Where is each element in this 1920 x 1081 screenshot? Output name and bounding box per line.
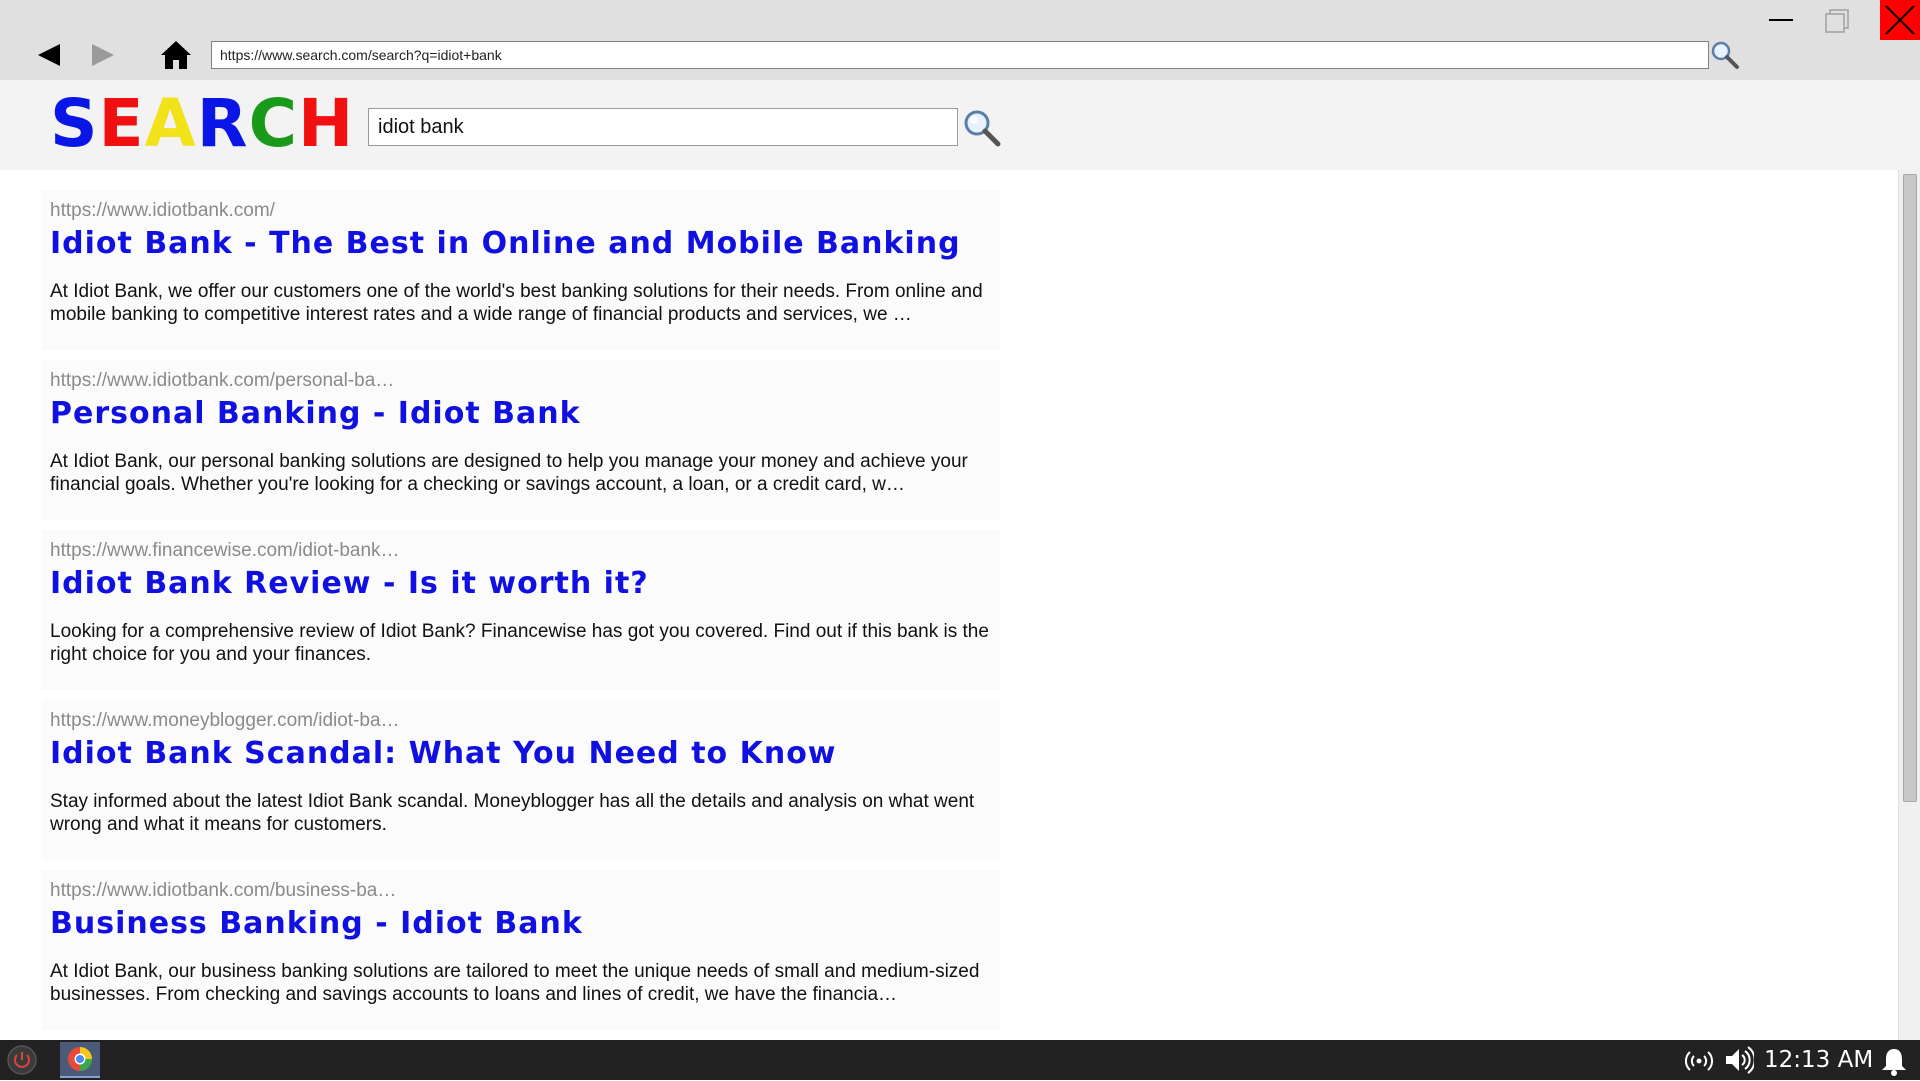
logo-letter: H bbox=[298, 85, 355, 162]
search-result: https://www.idiotbank.com/business-ba… B… bbox=[42, 870, 1000, 1030]
result-snippet: Looking for a comprehensive review of Id… bbox=[50, 621, 989, 665]
url-bar[interactable] bbox=[211, 41, 1709, 69]
result-title-link[interactable]: Idiot Bank Review - Is it worth it? bbox=[50, 566, 649, 601]
home-icon bbox=[161, 41, 191, 69]
scrollbar-thumb[interactable] bbox=[1903, 174, 1917, 802]
close-button[interactable] bbox=[1880, 0, 1920, 40]
volume-icon bbox=[1726, 1046, 1756, 1074]
back-arrow-icon bbox=[38, 44, 60, 66]
browser-app-icon bbox=[68, 1047, 92, 1071]
result-snippet: At Idiot Bank, our personal banking solu… bbox=[50, 451, 968, 495]
logo-letter: S bbox=[50, 85, 99, 162]
search-button[interactable] bbox=[962, 108, 1002, 148]
result-url: https://www.idiotbank.com/personal-ba… bbox=[50, 370, 395, 391]
forward-arrow-icon bbox=[92, 44, 114, 66]
search-logo[interactable]: SEARCH bbox=[50, 84, 354, 164]
search-result: https://www.idiotbank.com/personal-ba… P… bbox=[42, 360, 1000, 520]
bell-icon bbox=[1882, 1049, 1906, 1076]
network-tray-button[interactable] bbox=[1683, 1048, 1715, 1074]
forward-button[interactable] bbox=[86, 40, 118, 70]
result-title-link[interactable]: Business Banking - Idiot Bank bbox=[50, 906, 583, 941]
logo-letter: A bbox=[144, 85, 197, 162]
logo-letter: R bbox=[196, 85, 249, 162]
result-url: https://www.idiotbank.com/ bbox=[50, 200, 275, 221]
magnifier-icon bbox=[964, 110, 1001, 147]
result-url: https://www.idiotbank.com/business-ba… bbox=[50, 880, 397, 901]
result-title-link[interactable]: Idiot Bank - The Best in Online and Mobi… bbox=[50, 226, 961, 261]
maximize-icon bbox=[1825, 9, 1849, 33]
result-title-link[interactable]: Idiot Bank Scandal: What You Need to Kno… bbox=[50, 736, 837, 771]
result-url: https://www.moneyblogger.com/idiot-ba… bbox=[50, 710, 400, 731]
network-icon bbox=[1684, 1051, 1714, 1071]
maximize-button[interactable] bbox=[1822, 6, 1852, 36]
url-search-button[interactable] bbox=[1710, 40, 1740, 70]
result-snippet: At Idiot Bank, our business banking solu… bbox=[50, 961, 980, 1005]
taskbar: 12:13 AM bbox=[0, 1040, 1920, 1080]
logo-letter: E bbox=[98, 85, 145, 162]
notifications-button[interactable] bbox=[1880, 1046, 1908, 1076]
volume-tray-button[interactable] bbox=[1724, 1046, 1756, 1074]
result-url: https://www.financewise.com/idiot-bank… bbox=[50, 540, 400, 561]
taskbar-browser-button[interactable] bbox=[60, 1042, 100, 1078]
search-result: https://www.idiotbank.com/ Idiot Bank - … bbox=[42, 190, 1000, 350]
result-title-link[interactable]: Personal Banking - Idiot Bank bbox=[50, 396, 581, 431]
power-icon bbox=[7, 1045, 37, 1075]
magnifier-icon bbox=[1711, 41, 1739, 69]
minimize-button[interactable] bbox=[1766, 6, 1796, 36]
browser-toolbar bbox=[0, 0, 1920, 80]
back-button[interactable] bbox=[34, 40, 66, 70]
search-result: https://www.moneyblogger.com/idiot-ba… I… bbox=[42, 700, 1000, 860]
logo-letter: C bbox=[248, 85, 298, 162]
power-button[interactable] bbox=[6, 1044, 38, 1076]
page-scrollbar[interactable] bbox=[1898, 170, 1920, 1040]
minimize-icon bbox=[1769, 19, 1793, 21]
home-button[interactable] bbox=[158, 38, 194, 72]
taskbar-clock[interactable]: 12:13 AM bbox=[1764, 1047, 1873, 1073]
result-snippet: Stay informed about the latest Idiot Ban… bbox=[50, 791, 975, 835]
search-result: https://www.financewise.com/idiot-bank… … bbox=[42, 530, 1000, 690]
close-icon bbox=[1885, 5, 1915, 35]
search-results: https://www.idiotbank.com/ Idiot Bank - … bbox=[0, 170, 1898, 1040]
search-input[interactable] bbox=[368, 108, 958, 146]
result-snippet: At Idiot Bank, we offer our customers on… bbox=[50, 281, 983, 325]
